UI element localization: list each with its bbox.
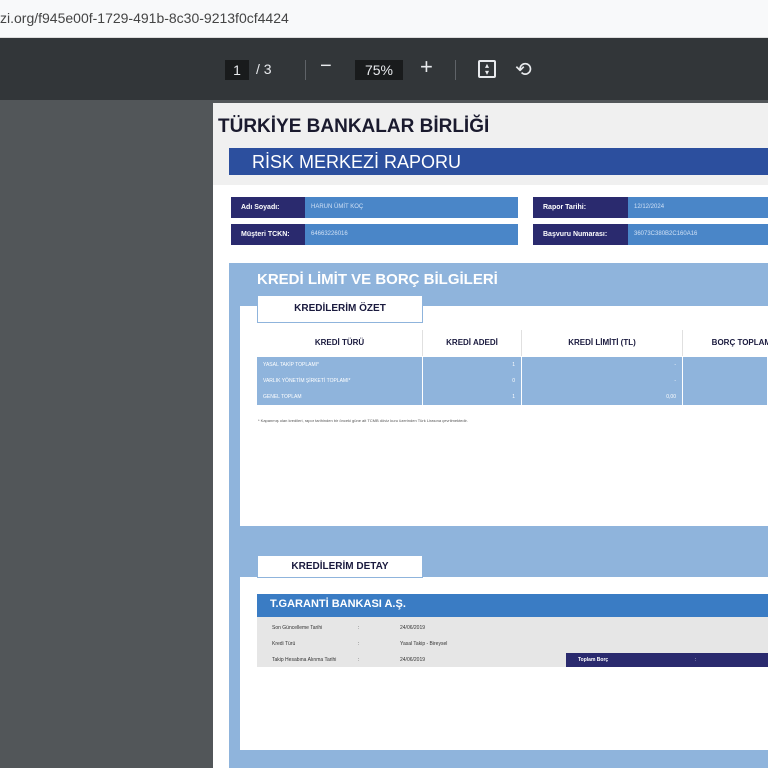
- total-debt-sep: :: [695, 657, 697, 663]
- detail-sep: :: [358, 657, 360, 663]
- tckn-label: Müşteri TCKN:: [231, 224, 305, 245]
- detail-label: Kredi Türü: [272, 641, 296, 647]
- table-cell: [683, 389, 768, 405]
- table-header: KREDİ TÜRÜ: [257, 330, 423, 356]
- tckn-value: 64663226016: [305, 224, 518, 245]
- table-header: KREDİ LİMİTİ (TL): [522, 330, 683, 356]
- page-number-input[interactable]: 1: [225, 60, 249, 80]
- table-cell: VARLIK YÖNETİM ŞİRKETİ TOPLAMI*: [257, 373, 423, 389]
- footnote: * Kapanmış olan kredileri, rapor tarihin…: [258, 418, 468, 423]
- table-cell: [683, 357, 768, 373]
- table-cell: YASAL TAKİP TOPLAMI*: [257, 357, 423, 373]
- detail-label: Takip Hesabına Alınma Tarihi: [272, 657, 337, 663]
- summary-tab: KREDİLERİM ÖZET: [257, 295, 423, 323]
- detail-sep: :: [358, 625, 360, 631]
- report-date-label: Rapor Tarihi:: [533, 197, 628, 218]
- fit-page-icon[interactable]: ▴ ▾: [478, 60, 496, 78]
- detail-value: Yasal Takip - Bireysel: [400, 641, 448, 647]
- table-header: KREDİ ADEDİ: [423, 330, 522, 356]
- report-date-value: 12/12/2024: [628, 197, 768, 218]
- zoom-level-input[interactable]: 75%: [355, 60, 403, 80]
- report-title: RİSK MERKEZİ RAPORU: [252, 152, 462, 172]
- table-cell: 1: [423, 389, 522, 405]
- detail-value: 24/06/2019: [400, 625, 426, 631]
- table-cell: GENEL TOPLAM: [257, 389, 423, 405]
- table-cell: -: [522, 357, 683, 373]
- table-cell: 0,00: [522, 389, 683, 405]
- toolbar-divider: [305, 60, 306, 80]
- table-cell: -: [522, 373, 683, 389]
- application-number-value: 36073C380B2C160A16: [628, 224, 768, 245]
- total-debt-label: Toplam Borç: [578, 657, 609, 663]
- detail-value: 24/06/2019: [400, 657, 426, 663]
- detail-label: Son Güncelleme Tarihi: [272, 625, 323, 631]
- name-value: HARUN ÜMİT KOÇ: [305, 197, 518, 218]
- url-text[interactable]: zi.org/f945e00f-1729-491b-8c30-9213f0cf4…: [0, 10, 289, 26]
- address-bar[interactable]: zi.org/f945e00f-1729-491b-8c30-9213f0cf4…: [0, 0, 768, 38]
- table-cell: [683, 373, 768, 389]
- bank-name: T.GARANTİ BANKASI A.Ş.: [270, 598, 406, 610]
- table-header: BORÇ TOPLAMI: [683, 330, 768, 356]
- rotate-icon[interactable]: ⟲: [515, 57, 532, 82]
- zoom-in-button[interactable]: +: [420, 54, 433, 80]
- toolbar-divider: [455, 60, 456, 80]
- table-cell: 1: [423, 357, 522, 373]
- page-total: / 3: [256, 61, 272, 77]
- detail-tab: KREDİLERİM DETAY: [257, 555, 423, 578]
- section-title: KREDİ LİMİT VE BORÇ BİLGİLERİ: [257, 271, 498, 288]
- application-number-label: Başvuru Numarası:: [533, 224, 628, 245]
- name-label: Adı Soyadı:: [231, 197, 305, 218]
- table-cell: 0: [423, 373, 522, 389]
- zoom-out-button[interactable]: −: [320, 55, 332, 78]
- detail-sep: :: [358, 641, 360, 647]
- org-title: TÜRKİYE BANKALAR BİRLİĞİ: [218, 116, 490, 137]
